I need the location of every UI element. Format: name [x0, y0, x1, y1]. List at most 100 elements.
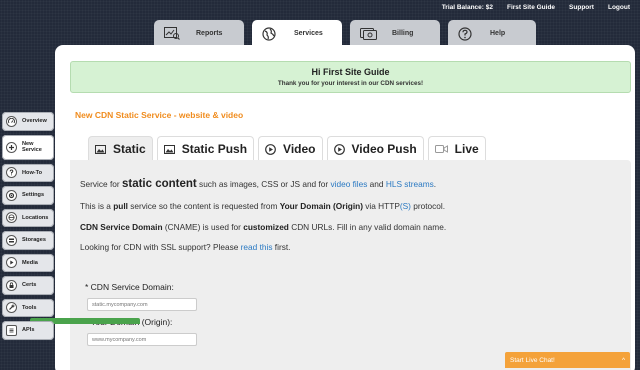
- hls-streams-link[interactable]: HLS streams: [386, 179, 434, 189]
- tab-video-push[interactable]: Video Push: [326, 136, 424, 161]
- support-link[interactable]: Support: [569, 4, 594, 11]
- camera-icon: [434, 145, 448, 153]
- chevron-up-icon: ^: [621, 356, 625, 364]
- tab-video[interactable]: Video: [258, 136, 323, 161]
- text-bold: CDN Service Domain: [80, 222, 163, 232]
- image-icon: [95, 144, 106, 154]
- text: first.: [272, 242, 291, 252]
- api-icon: [6, 324, 17, 336]
- sidebar-item-label: Certs: [22, 282, 37, 289]
- sidebar-item-settings[interactable]: Settings: [2, 186, 54, 205]
- tools-icon: [6, 302, 17, 314]
- text-bold: pull: [113, 201, 128, 211]
- tab-reports[interactable]: Reports: [154, 20, 244, 47]
- tab-services-label: Services: [294, 30, 323, 37]
- origin-domain-input[interactable]: [87, 333, 197, 346]
- text: .: [433, 179, 437, 189]
- sidebar-item-label: Tools: [22, 304, 37, 311]
- sidebar-item-label: Media: [22, 259, 38, 266]
- main-panel: Hi First Site Guide Thank you for your i…: [55, 45, 635, 370]
- video-files-link[interactable]: video files: [330, 179, 367, 189]
- service-title: New CDN Static Service - website & video: [75, 110, 244, 120]
- cert-icon: [6, 279, 17, 291]
- service-content: Service for static content such as image…: [70, 160, 631, 370]
- greeting-banner: Hi First Site Guide Thank you for your i…: [70, 61, 631, 93]
- sidebar-item-label: New Service: [22, 140, 42, 153]
- sidebar-item-label: How-To: [22, 169, 43, 176]
- tab-live-label: Live: [454, 142, 479, 156]
- sidebar-item-label: Settings: [22, 192, 45, 199]
- tab-static-label: Static: [113, 142, 146, 156]
- storage-icon: [6, 234, 17, 246]
- text: Looking for CDN with SSL support? Please: [80, 242, 241, 252]
- question-icon: [6, 167, 17, 179]
- top-bar: Trial Balance: $2 First Site Guide Suppo…: [442, 4, 630, 11]
- play-icon: [265, 143, 276, 155]
- help-icon: [458, 26, 478, 41]
- read-this-link[interactable]: read this: [241, 242, 273, 252]
- text: Service for: [80, 179, 122, 189]
- text: such as images, CSS or JS and for: [196, 179, 331, 189]
- logout-link[interactable]: Logout: [608, 4, 630, 11]
- tab-billing-label: Billing: [392, 30, 414, 37]
- live-chat-label: Start Live Chat!: [510, 356, 555, 364]
- sidebar-item-overview[interactable]: Overview: [2, 112, 54, 131]
- tab-static-push[interactable]: Static Push: [156, 136, 255, 161]
- tab-video-label: Video: [283, 142, 316, 156]
- description-line-2: This is a pull service so the content is…: [80, 201, 445, 211]
- text-strong: static content: [121, 178, 197, 190]
- sidebar-item-storages[interactable]: Storages: [2, 231, 54, 250]
- image-icon: [163, 144, 175, 154]
- sidebar-item-new-service[interactable]: New Service: [2, 134, 54, 160]
- https-link[interactable]: (S): [400, 201, 411, 211]
- cdn-domain-label: * CDN Service Domain:: [85, 282, 174, 292]
- description-line-1: Service for static content such as image…: [80, 178, 436, 190]
- sidebar-item-label: Overview: [22, 118, 47, 125]
- play-icon: [333, 143, 345, 155]
- text: via HTTP: [362, 201, 400, 211]
- text: CDN URLs. Fill in any valid domain name.: [288, 222, 447, 232]
- globe-icon: [262, 26, 282, 41]
- sidebar-item-label: APIs: [22, 327, 35, 334]
- tab-static[interactable]: Static: [88, 136, 153, 161]
- sidebar: Overview New Service How-To Settings Loc…: [2, 112, 54, 340]
- tab-live[interactable]: Live: [427, 136, 486, 161]
- sidebar-item-apis[interactable]: APIs: [2, 321, 54, 340]
- locations-icon: [6, 212, 17, 224]
- greeting-subtitle: Thank you for your interest in our CDN s…: [277, 80, 424, 87]
- text: This is a: [80, 201, 114, 211]
- text: (CNAME) is used for: [162, 222, 244, 232]
- sidebar-item-tools[interactable]: Tools: [2, 298, 54, 317]
- sidebar-item-certs[interactable]: Certs: [2, 276, 54, 295]
- description-line-4: Looking for CDN with SSL support? Please…: [80, 242, 290, 252]
- sidebar-item-label: Storages: [22, 237, 46, 244]
- tab-help-label: Help: [490, 30, 506, 37]
- cdn-domain-input[interactable]: [87, 298, 197, 311]
- tab-help[interactable]: Help: [448, 20, 536, 47]
- tab-reports-label: Reports: [196, 30, 223, 37]
- text-bold: Your Domain (Origin): [279, 201, 363, 211]
- sidebar-item-locations[interactable]: Locations: [2, 208, 54, 227]
- plus-icon: [6, 141, 17, 153]
- text: and: [367, 179, 386, 189]
- overview-icon: [6, 115, 17, 127]
- tab-billing[interactable]: Billing: [350, 20, 440, 47]
- text-bold: customized: [243, 222, 289, 232]
- sidebar-item-how-to[interactable]: How-To: [2, 163, 54, 182]
- main-nav-tabs: Reports Services Billing Help: [154, 20, 536, 47]
- billing-icon: [360, 27, 380, 40]
- media-icon: [6, 257, 17, 269]
- gear-icon: [6, 189, 17, 201]
- sidebar-item-label: Locations: [22, 214, 49, 221]
- sidebar-item-media[interactable]: Media: [2, 253, 54, 272]
- tab-video-push-label: Video Push: [351, 142, 417, 156]
- tab-services[interactable]: Services: [252, 20, 342, 47]
- text: protocol.: [410, 201, 446, 211]
- service-type-tabs: Static Static Push Video Video Push Live: [88, 136, 486, 161]
- text: service so the content is requested from: [127, 201, 280, 211]
- account-name-link[interactable]: First Site Guide: [507, 4, 555, 11]
- trial-balance: Trial Balance: $2: [441, 4, 493, 11]
- greeting-title: Hi First Site Guide: [311, 67, 390, 77]
- live-chat-button[interactable]: Start Live Chat! ^: [505, 352, 630, 368]
- description-line-3: CDN Service Domain (CNAME) is used for c…: [80, 222, 446, 232]
